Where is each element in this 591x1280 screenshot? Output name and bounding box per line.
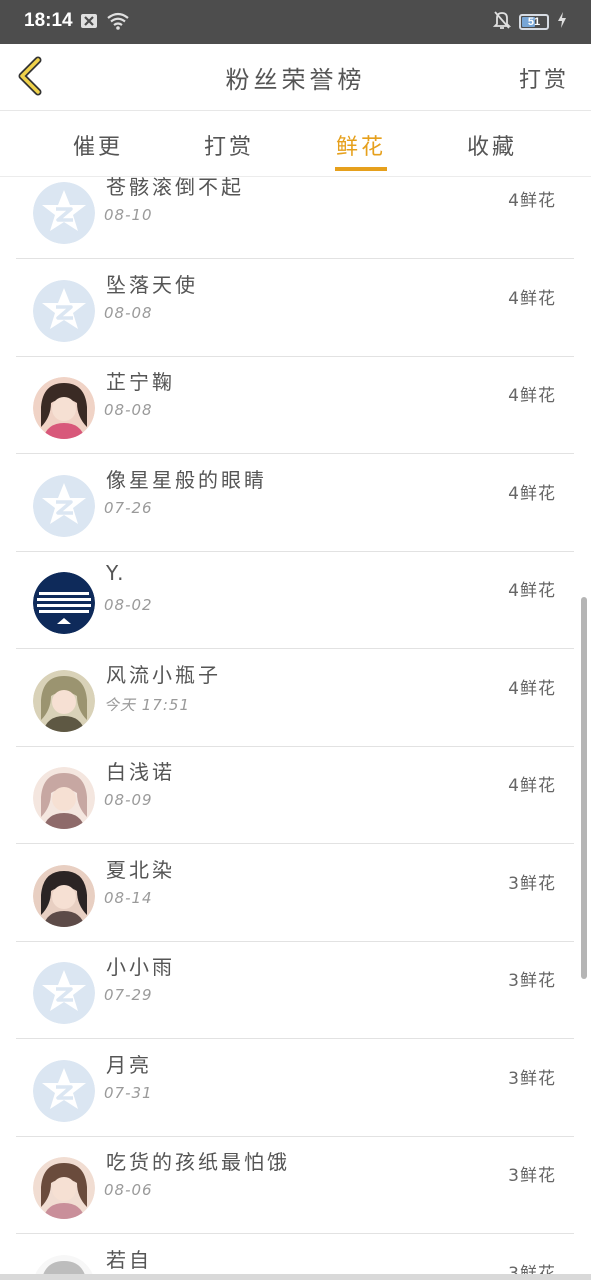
gift-date: 08-08 xyxy=(104,303,153,322)
list-item[interactable]: 坠落天使 08-08 4鲜花 xyxy=(16,260,574,357)
status-bar: 18:14 51 xyxy=(0,0,591,44)
flower-count: 4鲜花 xyxy=(508,581,556,601)
scrollbar[interactable] xyxy=(581,597,587,979)
fan-name: 月亮 xyxy=(106,1052,152,1077)
fan-name: 坠落天使 xyxy=(106,272,198,297)
fan-name: 白浅诺 xyxy=(106,760,175,784)
gift-date: 08-14 xyxy=(104,888,153,907)
list-item[interactable]: 夏北染 08-14 3鲜花 xyxy=(16,845,574,942)
bottom-edge xyxy=(0,1274,591,1280)
default-avatar-icon[interactable] xyxy=(33,279,95,342)
fan-name: 苍骸滚倒不起 xyxy=(106,177,244,199)
flower-count: 4鲜花 xyxy=(508,386,556,406)
flower-count: 3鲜花 xyxy=(508,873,556,894)
default-avatar-icon[interactable] xyxy=(33,182,95,244)
fan-name: 小小雨 xyxy=(106,955,175,979)
fan-name: 风流小瓶子 xyxy=(106,662,221,687)
flower-count: 4鲜花 xyxy=(508,191,556,211)
charging-icon xyxy=(557,11,567,33)
fan-name: 夏北染 xyxy=(106,857,175,882)
list-item[interactable]: 白浅诺 08-09 4鲜花 xyxy=(16,747,574,844)
gift-date: 07-31 xyxy=(104,1083,153,1102)
gift-date: 08-09 xyxy=(104,791,153,809)
default-avatar-icon[interactable] xyxy=(33,1059,95,1122)
fan-name: 吃货的孩纸最怕饿 xyxy=(106,1150,290,1174)
fan-ranking-list: 苍骸滚倒不起 08-10 4鲜花 坠落天使 08-08 4鲜花 芷宁鞠 08-08 4鲜花 像星星… xyxy=(0,177,591,1280)
flower-count: 4鲜花 xyxy=(508,678,556,699)
list-item[interactable]: 小小雨 07-29 3鲜花 xyxy=(16,942,574,1039)
gift-date: 08-08 xyxy=(104,401,153,419)
list-item[interactable]: Y. 08-02 4鲜花 xyxy=(16,552,574,649)
page-title: 粉丝荣誉榜 xyxy=(225,66,366,94)
gift-date: 07-29 xyxy=(104,986,153,1004)
gift-date: 08-02 xyxy=(104,596,153,614)
active-tab-indicator xyxy=(335,167,387,171)
avatar[interactable] xyxy=(33,767,95,829)
list-item[interactable]: 月亮 07-31 3鲜花 xyxy=(16,1040,574,1137)
tab-bar: 催更 打赏 鲜花 收藏 xyxy=(0,111,591,177)
flower-count: 3鲜花 xyxy=(508,1068,556,1089)
tab-favorites[interactable]: 收藏 xyxy=(452,129,532,161)
flower-count: 3鲜花 xyxy=(508,1166,556,1186)
list-item[interactable]: 像星星般的眼睛 07-26 4鲜花 xyxy=(16,455,574,552)
status-right-icons: 51 xyxy=(492,10,567,34)
avatar[interactable] xyxy=(33,377,95,439)
list-item[interactable]: 吃货的孩纸最怕饿 08-06 3鲜花 xyxy=(16,1137,574,1234)
default-avatar-icon[interactable] xyxy=(33,474,95,537)
gift-date: 07-26 xyxy=(104,498,153,517)
avatar[interactable] xyxy=(33,669,95,732)
status-time: 18:14 xyxy=(24,10,73,31)
default-avatar-icon[interactable] xyxy=(33,962,95,1024)
tab-urge[interactable]: 催更 xyxy=(58,129,138,161)
bell-off-icon xyxy=(492,10,512,34)
list-item[interactable]: 风流小瓶子今天 17:51 4鲜花 xyxy=(16,650,574,747)
fan-name: Y. xyxy=(106,561,127,585)
list-item[interactable]: 芷宁鞠 08-08 4鲜花 xyxy=(16,357,574,454)
status-left-icons xyxy=(80,12,130,34)
avatar[interactable] xyxy=(33,572,95,634)
gift-date: 08-06 xyxy=(104,1181,153,1199)
flower-count: 4鲜花 xyxy=(508,288,556,309)
fan-name: 若自 xyxy=(106,1247,152,1272)
avatar[interactable] xyxy=(33,864,95,927)
flower-count: 3鲜花 xyxy=(508,971,556,991)
reward-button[interactable]: 打赏 xyxy=(519,62,569,94)
gift-date: 今天 17:51 xyxy=(104,695,190,714)
title-bar: 粉丝荣誉榜 打赏 xyxy=(0,44,591,111)
tab-reward[interactable]: 打赏 xyxy=(189,129,269,161)
flower-count: 4鲜花 xyxy=(508,776,556,796)
gift-date: 08-10 xyxy=(104,206,153,224)
tab-flowers[interactable]: 鲜花 xyxy=(321,129,401,161)
list-item[interactable]: 苍骸滚倒不起 08-10 4鲜花 xyxy=(16,177,574,259)
battery-indicator: 51 xyxy=(519,14,549,30)
fan-name: 像星星般的眼睛 xyxy=(106,467,267,492)
fan-name: 芷宁鞠 xyxy=(106,370,175,394)
wifi-icon xyxy=(106,12,130,34)
close-box-icon xyxy=(80,13,98,33)
battery-level: 51 xyxy=(527,16,541,28)
avatar[interactable] xyxy=(33,1157,95,1219)
flower-count: 4鲜花 xyxy=(508,483,556,504)
